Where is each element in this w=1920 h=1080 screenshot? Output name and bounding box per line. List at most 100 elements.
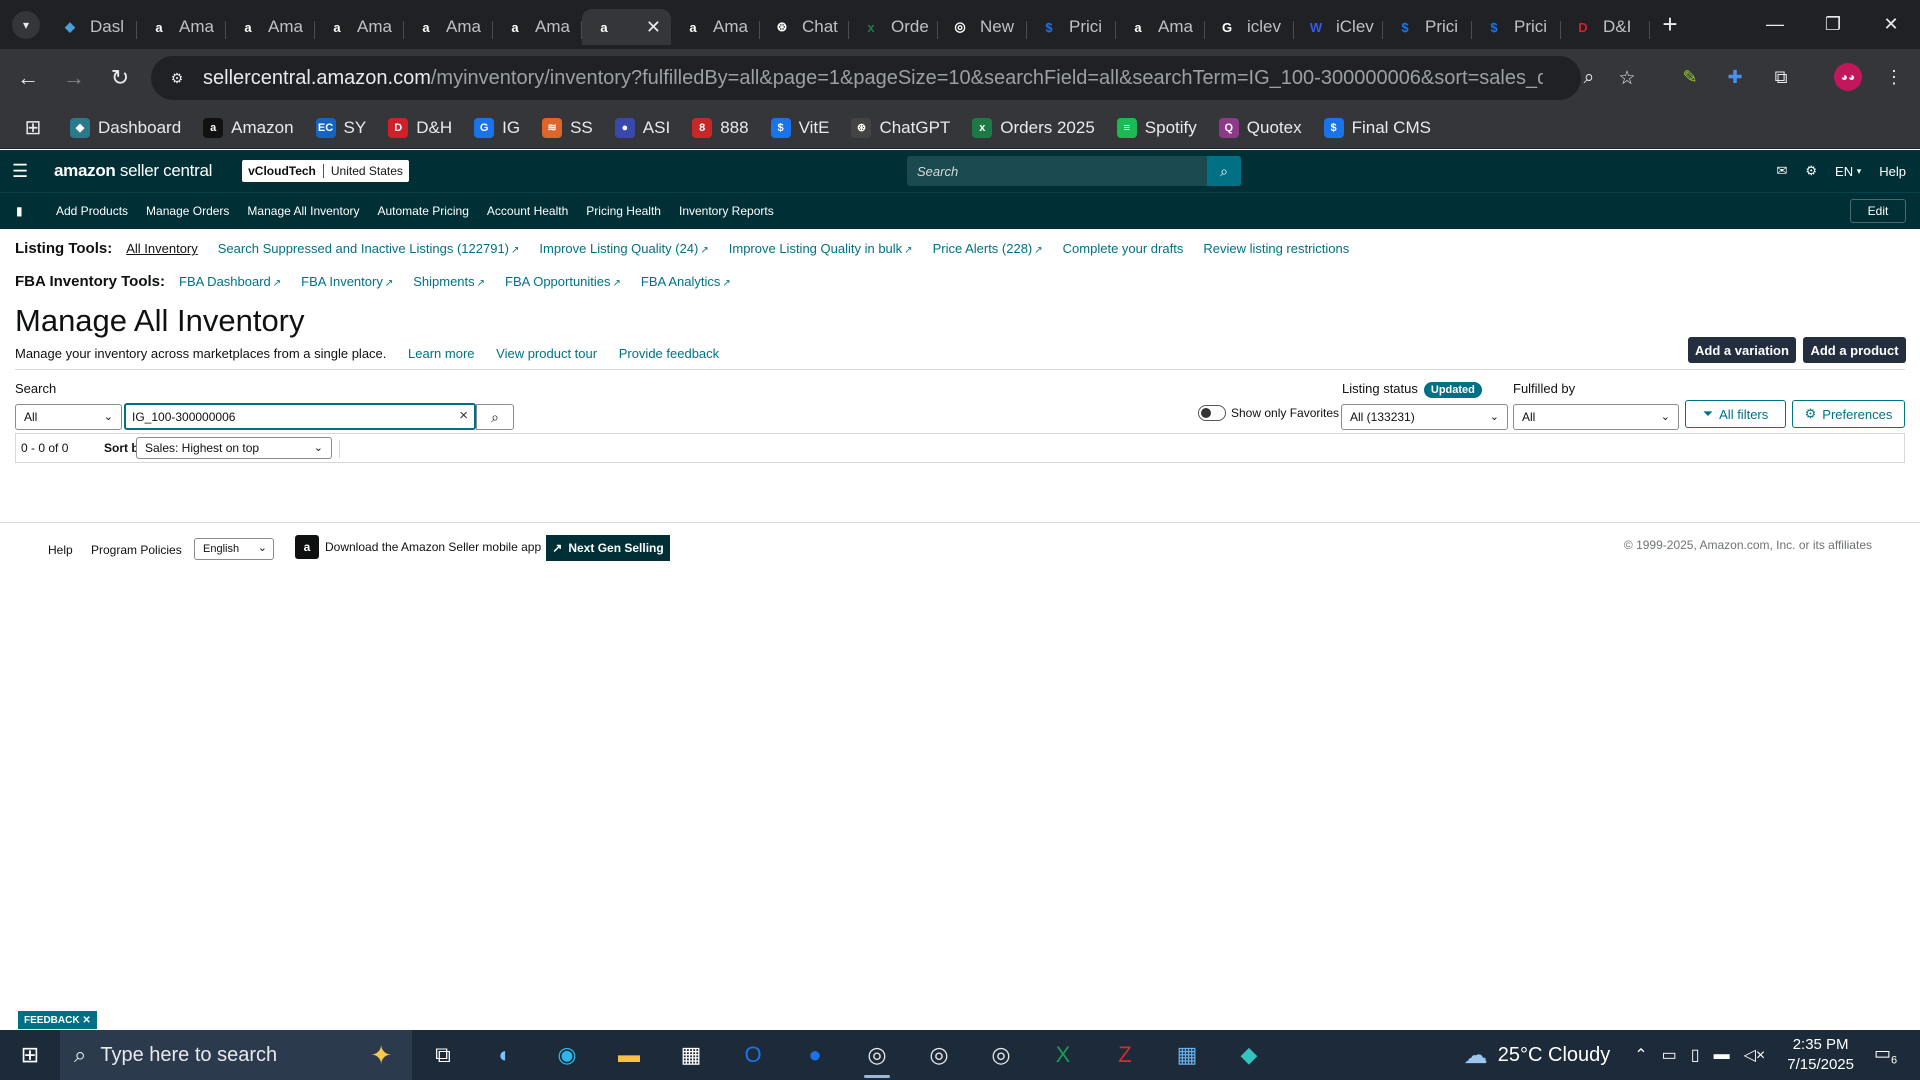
volume-icon[interactable]: ◁× <box>1744 1045 1766 1065</box>
browser-tab[interactable]: a Ama <box>671 9 760 45</box>
bookmark-item[interactable]: 8 888 <box>692 117 749 138</box>
notifications-icon[interactable]: ▭6 <box>1874 1043 1914 1067</box>
bookmark-item[interactable]: ≋ SS <box>542 117 593 138</box>
tool-link[interactable]: Search Suppressed and Inactive Listings … <box>218 241 520 256</box>
task-view-icon[interactable]: ⧉ <box>412 1030 474 1080</box>
nav-item[interactable]: Account Health <box>487 204 568 218</box>
tool-link[interactable]: Review listing restrictions <box>1203 241 1349 256</box>
nav-item[interactable]: Manage All Inventory <box>247 204 359 218</box>
add-product-button[interactable]: Add a product <box>1803 337 1906 363</box>
display-icon[interactable]: ▭ <box>1662 1045 1677 1065</box>
battery-icon[interactable]: ▬ <box>1714 1046 1730 1064</box>
browser-tab[interactable]: a Ama <box>404 9 493 45</box>
tool-link[interactable]: FBA Analytics ↗ <box>641 274 731 289</box>
feedback-tab[interactable]: FEEDBACK ✕ <box>18 1011 97 1029</box>
provide-feedback-link[interactable]: Provide feedback <box>619 346 719 361</box>
browser-menu-icon[interactable]: ⋮ <box>1880 63 1908 91</box>
browser-tab[interactable]: WiClev <box>1294 9 1383 45</box>
browser-tab[interactable]: ◆ Dasl <box>48 9 137 45</box>
browser-tab[interactable]: $ Prici <box>1383 9 1472 45</box>
fulfilled-by-select[interactable]: All ⌄ <box>1513 404 1679 430</box>
device-icon[interactable]: ▯ <box>1691 1045 1700 1065</box>
search-field-select[interactable]: All ⌄ <box>15 404 122 430</box>
footer-language-select[interactable]: English ⌄ <box>194 538 274 560</box>
add-variation-button[interactable]: Add a variation <box>1688 337 1796 363</box>
browser-tab[interactable]: x Orde <box>849 9 938 45</box>
clock[interactable]: 2:35 PM 7/15/2025 <box>1787 1035 1854 1075</box>
bookmark-item[interactable]: x Orders 2025 <box>972 117 1095 138</box>
bookmark-item[interactable]: ⊛ ChatGPT <box>851 117 950 138</box>
next-gen-selling-button[interactable]: ↗ Next Gen Selling <box>546 535 670 561</box>
header-search-input[interactable] <box>907 163 1207 179</box>
seller-central-logo[interactable]: amazon seller central <box>54 161 212 181</box>
tool-link[interactable]: All Inventory <box>126 241 198 256</box>
browser-tab[interactable]: a Ama <box>1116 9 1205 45</box>
close-tab-icon[interactable]: ✕ <box>646 17 661 38</box>
browser-tab[interactable]: ⊛ Chat <box>760 9 849 45</box>
edit-nav-button[interactable]: Edit <box>1850 199 1906 223</box>
header-search-button[interactable]: ⌕ <box>1207 156 1241 186</box>
tool-link[interactable]: Improve Listing Quality (24) ↗ <box>539 241 708 256</box>
bookmark-nav-icon[interactable]: ▮ <box>16 204 26 218</box>
tool-link[interactable]: FBA Opportunities ↗ <box>505 274 621 289</box>
preferences-button[interactable]: ⚙ Preferences <box>1792 400 1905 428</box>
copilot-icon[interactable]: ◐ <box>474 1030 536 1080</box>
zoom-icon[interactable]: ⌕ <box>1577 66 1601 90</box>
clear-search-icon[interactable]: × <box>459 407 468 424</box>
calculator-icon[interactable]: ▦ <box>1156 1030 1218 1080</box>
back-button[interactable]: ← <box>10 60 46 96</box>
zoho-icon[interactable]: ● <box>784 1030 846 1080</box>
nav-item[interactable]: Automate Pricing <box>378 204 469 218</box>
address-bar[interactable]: ⚙ sellercentral.amazon.com/myinventory/i… <box>151 56 1636 100</box>
tool-link[interactable]: Price Alerts (228) ↗ <box>933 241 1043 256</box>
hamburger-menu-icon[interactable]: ☰ <box>12 161 32 182</box>
browser-tab[interactable]: D D&I <box>1561 9 1650 45</box>
bookmark-item[interactable]: $ Final CMS <box>1323 117 1431 138</box>
store-icon[interactable]: ▦ <box>660 1030 722 1080</box>
browser-tab[interactable]: Giclev <box>1205 9 1294 45</box>
site-info-icon[interactable]: ⚙ <box>165 66 189 90</box>
reload-button[interactable]: ↻ <box>102 60 138 96</box>
extension-icon[interactable]: ✎ <box>1676 63 1704 91</box>
edge-icon[interactable]: ◉ <box>536 1030 598 1080</box>
forward-button[interactable]: → <box>56 60 92 96</box>
tool-link[interactable]: FBA Dashboard ↗ <box>179 274 281 289</box>
bookmark-item[interactable]: D D&H <box>388 117 452 138</box>
apps-grid-icon[interactable]: ⊞ <box>20 115 46 141</box>
filezilla-icon[interactable]: Z <box>1094 1030 1156 1080</box>
browser-tab[interactable]: a ✕ <box>582 9 671 45</box>
windows-start-icon[interactable]: ⊞ <box>0 1030 60 1080</box>
tool-link[interactable]: Improve Listing Quality in bulk ↗ <box>729 241 913 256</box>
bookmark-item[interactable]: ● ASI <box>614 117 670 138</box>
sort-select[interactable]: Sales: Highest on top ⌄ <box>136 437 332 459</box>
extensions-puzzle-icon[interactable]: ⧉ <box>1767 63 1795 91</box>
browser-tab[interactable]: $ Prici <box>1472 9 1561 45</box>
nav-item[interactable]: Inventory Reports <box>679 204 774 218</box>
language-selector[interactable]: EN ▾ <box>1835 164 1861 179</box>
chrome-icon[interactable]: ◎ <box>846 1030 908 1080</box>
bookmark-item[interactable]: a Amazon <box>203 117 294 138</box>
bookmark-star-icon[interactable]: ☆ <box>1615 66 1639 90</box>
bookmark-item[interactable]: $ VitE <box>770 117 829 138</box>
bookmark-item[interactable]: Q Quotex <box>1218 117 1302 138</box>
excel-icon[interactable]: X <box>1032 1030 1094 1080</box>
learn-more-link[interactable]: Learn more <box>408 346 474 361</box>
favorites-toggle[interactable] <box>1198 405 1226 421</box>
new-tab-button[interactable]: + <box>1654 9 1686 41</box>
minimize-button[interactable]: — <box>1746 0 1804 49</box>
all-filters-button[interactable]: ⏷ All filters <box>1685 400 1786 428</box>
nav-item[interactable]: Pricing Health <box>586 204 661 218</box>
bookmark-item[interactable]: ≡ Spotify <box>1116 117 1197 138</box>
profile-avatar[interactable]: ◕◕ <box>1834 63 1862 91</box>
nav-item[interactable]: Manage Orders <box>146 204 229 218</box>
browser-tab[interactable]: ◎ New <box>938 9 1027 45</box>
url-text[interactable]: sellercentral.amazon.com/myinventory/inv… <box>203 67 1543 90</box>
chrome-profile-2-icon[interactable]: ◎ <box>970 1030 1032 1080</box>
taskbar-search[interactable]: ⌕ Type here to search ✦ <box>60 1030 412 1080</box>
tool-link[interactable]: FBA Inventory ↗ <box>301 274 393 289</box>
tool-link[interactable]: Shipments ↗ <box>413 274 485 289</box>
help-link[interactable]: Help <box>1879 164 1906 179</box>
weather-widget[interactable]: ☁ 25°C Cloudy <box>1464 1041 1611 1070</box>
file-explorer-icon[interactable]: ▬ <box>598 1030 660 1080</box>
footer-help-link[interactable]: Help <box>48 543 73 557</box>
